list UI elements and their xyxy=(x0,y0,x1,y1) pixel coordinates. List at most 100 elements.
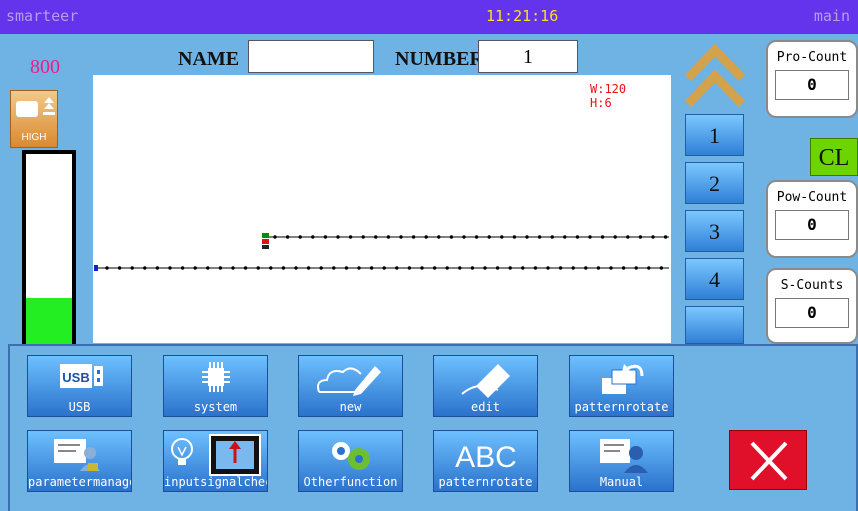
stitch-point xyxy=(546,266,550,270)
stitch-point xyxy=(323,235,328,239)
stitch-point xyxy=(130,266,134,270)
stitch-point xyxy=(588,235,592,239)
pattern-button-5[interactable] xyxy=(685,306,744,344)
stitch-point xyxy=(407,266,412,270)
usb-button[interactable]: USB USB xyxy=(27,355,132,417)
number-label: NUMBER xyxy=(395,48,484,70)
parameter-manage-label: parametermanage xyxy=(28,475,131,489)
system-button[interactable]: system xyxy=(163,355,268,417)
bulb-chip-icon xyxy=(171,434,261,476)
stitch-point xyxy=(659,266,664,270)
stitch-point xyxy=(348,235,353,239)
stitch-point xyxy=(395,266,399,270)
stitch-point xyxy=(445,266,449,270)
new-button[interactable]: new xyxy=(298,355,403,417)
stitch-point xyxy=(537,235,542,239)
stitch-point xyxy=(105,266,109,270)
abc-pattern-rotate-button[interactable]: ABC patternrotate xyxy=(433,430,538,492)
pro-count-box: Pro-Count 0 xyxy=(766,40,858,118)
stitch-point xyxy=(596,266,601,270)
pow-count-label: Pow-Count xyxy=(776,190,848,205)
manual-label: Manual xyxy=(599,475,644,489)
pattern-button-3[interactable]: 3 xyxy=(685,210,744,252)
speed-button-label: HIGH xyxy=(21,132,47,143)
number-input[interactable]: 1 xyxy=(478,40,578,73)
stitch-point xyxy=(638,235,643,239)
speed-value: 800 xyxy=(30,56,60,78)
stitch-point xyxy=(634,266,638,270)
pattern-button-1[interactable]: 1 xyxy=(685,114,744,156)
abc-pattern-rotate-label: patternrotate xyxy=(438,475,533,489)
stitch-point xyxy=(386,235,391,239)
stitch-point xyxy=(306,266,311,270)
stitch-point xyxy=(420,266,424,270)
stitch-point xyxy=(256,266,260,270)
scroll-up-button[interactable] xyxy=(680,40,750,116)
stitch-point xyxy=(117,266,122,270)
stitch-point xyxy=(319,266,323,270)
speed-gauge xyxy=(22,150,76,344)
name-label: NAME xyxy=(178,48,240,70)
stitch-point xyxy=(432,266,437,270)
title-bar: smarteer 11:21:16 main xyxy=(0,0,858,34)
stitch-point xyxy=(294,266,298,270)
stitch-point xyxy=(206,266,210,270)
speed-icon xyxy=(16,97,55,117)
stitch-point xyxy=(550,235,554,239)
new-label: new xyxy=(339,400,362,414)
stitch-point xyxy=(218,266,223,270)
stitch-point xyxy=(180,266,185,270)
stitch-point xyxy=(626,235,630,239)
stitch-point xyxy=(621,266,626,270)
stitch-point xyxy=(609,266,613,270)
stitch-point xyxy=(600,235,605,239)
stitch-point xyxy=(512,235,517,239)
clear-button[interactable]: CL xyxy=(810,138,858,176)
stitch-point xyxy=(437,235,441,239)
edit-button[interactable]: edit xyxy=(433,355,538,417)
pattern-rotate-button[interactable]: patternrotate xyxy=(569,355,674,417)
usb-icon-text: USB xyxy=(62,370,89,385)
stitch-point xyxy=(525,235,529,239)
stitch-point xyxy=(651,235,655,239)
name-input[interactable] xyxy=(248,40,374,73)
stitch-point xyxy=(298,235,302,239)
pro-count-value: 0 xyxy=(775,70,849,100)
stitch-point xyxy=(613,235,617,239)
stitch-point xyxy=(571,266,575,270)
stitch-point xyxy=(374,235,378,239)
stitch-point xyxy=(285,235,290,239)
stitch-point xyxy=(332,266,336,270)
stitch-point xyxy=(311,235,315,239)
other-function-button[interactable]: Otherfunction xyxy=(298,430,403,492)
stitch-point xyxy=(357,266,361,270)
pattern-button-2[interactable]: 2 xyxy=(685,162,744,204)
parameter-manage-button[interactable]: parametermanage xyxy=(27,430,132,492)
document-user-lock-icon xyxy=(54,439,100,471)
gears-icon xyxy=(332,442,370,470)
stitch-point xyxy=(344,266,349,270)
stitch-point xyxy=(495,266,500,270)
stitch-point xyxy=(193,266,197,270)
speed-gauge-fill xyxy=(26,298,72,344)
input-signal-check-button[interactable]: inputsignalcheck xyxy=(163,430,268,492)
stitch-point xyxy=(449,235,454,239)
pattern-button-4[interactable]: 4 xyxy=(685,258,744,300)
stitch-point xyxy=(399,235,403,239)
stitch-point xyxy=(584,266,588,270)
stitch-point xyxy=(231,266,235,270)
pattern-canvas[interactable]: W:120 H:6 xyxy=(93,75,671,343)
chevron-up-icon xyxy=(684,43,746,108)
close-icon xyxy=(750,441,788,481)
stitch-point xyxy=(521,266,525,270)
stitch-point xyxy=(382,266,386,270)
pro-count-label: Pro-Count xyxy=(776,50,848,65)
close-button[interactable] xyxy=(729,430,807,490)
stitch-path xyxy=(94,233,669,271)
manual-button[interactable]: Manual xyxy=(569,430,674,492)
speed-high-button[interactable]: HIGH xyxy=(10,90,58,148)
usb-label: USB xyxy=(68,400,91,414)
stitch-point xyxy=(424,235,428,239)
stitch-point xyxy=(533,266,538,270)
pow-count-value: 0 xyxy=(775,210,849,240)
